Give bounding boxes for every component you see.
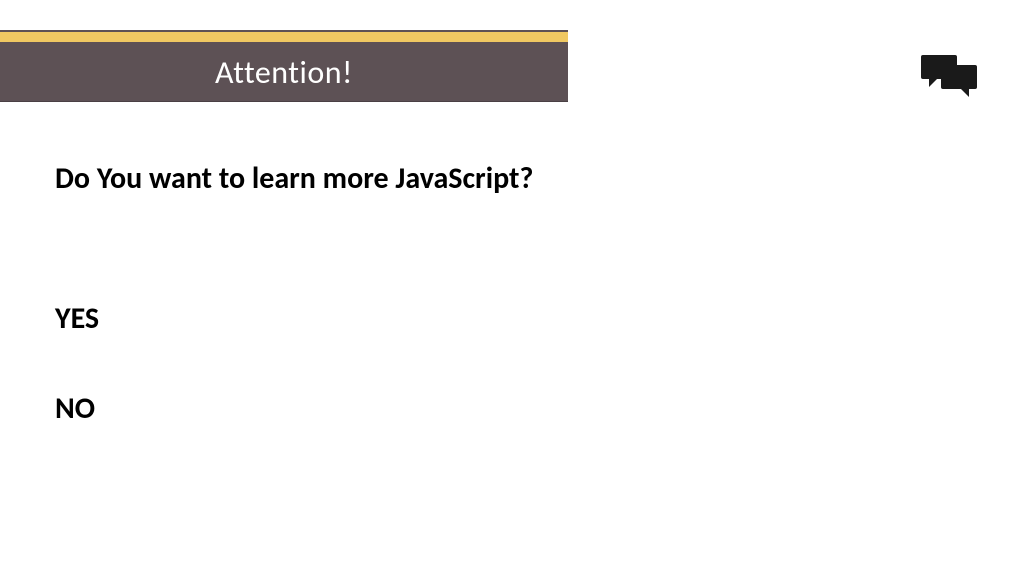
chat-bubbles-icon xyxy=(921,55,979,97)
option-yes-button[interactable]: YES xyxy=(55,300,99,337)
title-bar: Attention! xyxy=(0,44,568,102)
accent-stripe xyxy=(0,30,568,44)
header-container: Attention! xyxy=(0,30,568,102)
question-text: Do You want to learn more JavaScript? xyxy=(55,160,533,197)
option-no-button[interactable]: NO xyxy=(55,390,95,427)
slide-title: Attention! xyxy=(215,53,353,92)
